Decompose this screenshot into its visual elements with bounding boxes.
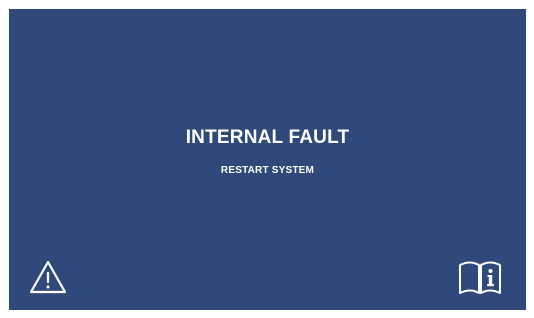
fault-title: INTERNAL FAULT: [185, 127, 350, 148]
manual-info-icon[interactable]: [457, 258, 503, 296]
fault-subtitle: RESTART SYSTEM: [220, 165, 315, 176]
fault-screen: INTERNAL FAULT RESTART SYSTEM: [9, 9, 526, 310]
warning-icon: [28, 259, 68, 295]
